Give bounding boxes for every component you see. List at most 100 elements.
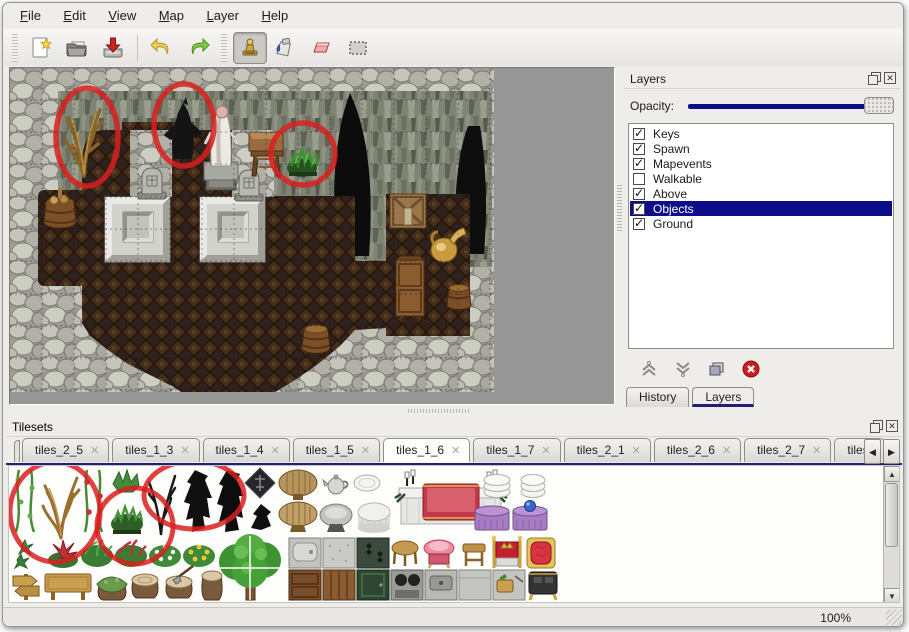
tileset-content[interactable]: ▲ ▼ [8,465,900,603]
tile-teapot[interactable] [323,475,348,494]
layer-row-keys[interactable]: Keys [630,126,892,141]
tab-close-icon[interactable]: ✕ [180,445,189,457]
tab-close-icon[interactable]: ✕ [271,445,280,457]
tile-wood-stool[interactable] [463,544,485,566]
tile-rune-diamond[interactable] [245,468,275,498]
layer-row-spawn[interactable]: Spawn [630,141,892,156]
float-panel-icon[interactable] [870,420,882,432]
delete-layer-button[interactable] [742,360,760,378]
layer-row-ground[interactable]: Ground [630,216,892,231]
menu-layer[interactable]: Layer [197,3,248,26]
tile-green-door[interactable] [357,570,389,600]
tile-throne[interactable] [492,536,522,568]
tileset-tab-active[interactable]: tiles_1_6✕ [383,438,470,462]
tile-yellow-flower-bush[interactable] [183,545,215,567]
eraser-tool-button[interactable] [305,32,339,64]
layer-checkbox[interactable] [633,173,645,185]
toolbar-drag-handle[interactable] [12,34,18,62]
scroll-down-button[interactable]: ▼ [884,588,900,603]
tab-close-icon[interactable]: ✕ [722,445,731,457]
tile-small-blob[interactable] [251,504,271,530]
duplicate-layer-button[interactable] [708,360,726,378]
tile-purple-table-orb[interactable] [513,501,547,531]
menu-map[interactable]: Map [150,3,193,26]
tile-dark-blob[interactable] [184,470,212,532]
layer-checkbox[interactable] [633,218,645,230]
tileset-tab[interactable]: tiles_2_7✕ [744,438,831,462]
tab-close-icon[interactable]: ✕ [90,445,99,457]
fill-tool-button[interactable] [269,32,303,64]
map-view[interactable] [10,68,494,392]
open-file-button[interactable] [60,32,94,64]
tab-close-icon[interactable]: ✕ [812,445,821,457]
tab-close-icon[interactable]: ✕ [451,445,460,457]
tile-counter-speckled[interactable] [323,538,355,568]
tile-big-tree[interactable] [217,534,283,600]
menu-edit[interactable]: Edit [54,3,94,26]
tile-mossy-stump[interactable] [97,577,127,600]
tile-tall-stump[interactable] [202,571,222,600]
tile-round-slat-table[interactable] [279,502,317,532]
save-button[interactable] [96,32,130,64]
tile-wood-sign[interactable] [45,574,91,600]
resize-grip[interactable] [886,609,902,625]
splitter-grip[interactable] [617,185,622,231]
scroll-up-button[interactable]: ▲ [884,466,900,482]
layer-checkbox[interactable] [633,203,645,215]
menu-view[interactable]: View [99,3,145,26]
tileset-tiles[interactable] [9,466,879,603]
tile-cushion-chair[interactable] [527,538,555,568]
close-panel-icon[interactable]: ✕ [886,420,898,432]
scroll-tabs-right-button[interactable]: ▶ [883,439,900,464]
layer-checkbox[interactable] [633,158,645,170]
tile-gold-leg-stove[interactable] [529,572,557,600]
tile-ground-bush[interactable] [111,507,143,534]
tile-stone-round-table[interactable] [320,504,352,532]
tile-stove-green[interactable] [357,538,389,568]
raise-layer-button[interactable] [640,360,658,378]
splitter-grip[interactable] [408,409,470,413]
tab-close-icon[interactable]: ✕ [361,445,370,457]
tile-dead-branches[interactable] [43,478,79,538]
tile-plate-stack[interactable] [521,475,545,498]
opacity-slider[interactable] [688,97,894,115]
undo-button[interactable] [145,32,179,64]
tileset-tab[interactable]: tiles_1_5✕ [293,438,380,462]
tileset-tab[interactable]: tiles_2_1✕ [564,438,651,462]
layer-row-objects[interactable]: Objects [630,201,892,216]
new-file-button[interactable] [24,32,58,64]
tile-cabinet-planks[interactable] [323,570,355,600]
tileset-tab[interactable]: tiles_1_7✕ [473,438,560,462]
layers-panel-header[interactable]: Layers ✕ [624,69,900,89]
tile-stool-tan[interactable] [392,541,418,566]
tile-stove-burners[interactable] [391,570,423,600]
tile-purple-table[interactable] [475,506,509,530]
horizontal-splitter[interactable] [3,405,903,417]
tile-round-slat-table[interactable] [279,470,317,500]
toolbar-drag-handle[interactable] [221,34,227,62]
tilesets-header[interactable]: Tilesets ✕ [6,417,902,437]
close-panel-icon[interactable]: ✕ [884,72,896,84]
scrollbar-thumb[interactable] [885,483,898,547]
redo-button[interactable] [181,32,215,64]
tab-history[interactable]: History [626,387,689,407]
tile-pink-cake-table[interactable] [424,540,454,568]
layer-row-above[interactable]: Above [630,186,892,201]
lower-layer-button[interactable] [674,360,692,378]
layer-row-walkable[interactable]: Walkable [630,171,892,186]
tileset-tab[interactable]: tiles_1_3✕ [112,438,199,462]
stamp-tool-button[interactable] [233,32,267,64]
tileset-tab[interactable]: tiles_1_4✕ [203,438,290,462]
menu-file[interactable]: File [11,3,50,26]
tab-layers[interactable]: Layers [692,387,754,407]
select-tool-button[interactable] [341,32,375,64]
float-panel-icon[interactable] [868,72,880,84]
map-canvas[interactable] [9,67,615,405]
tile-cabinet-brown[interactable] [289,570,321,600]
tileset-scrollbar[interactable]: ▲ ▼ [883,466,899,603]
tile-metal-sink[interactable] [425,570,457,600]
tileset-tab-partial[interactable] [14,440,20,462]
tab-close-icon[interactable]: ✕ [632,445,641,457]
layer-checkbox[interactable] [633,188,645,200]
tile-stump-axe[interactable] [166,566,193,598]
